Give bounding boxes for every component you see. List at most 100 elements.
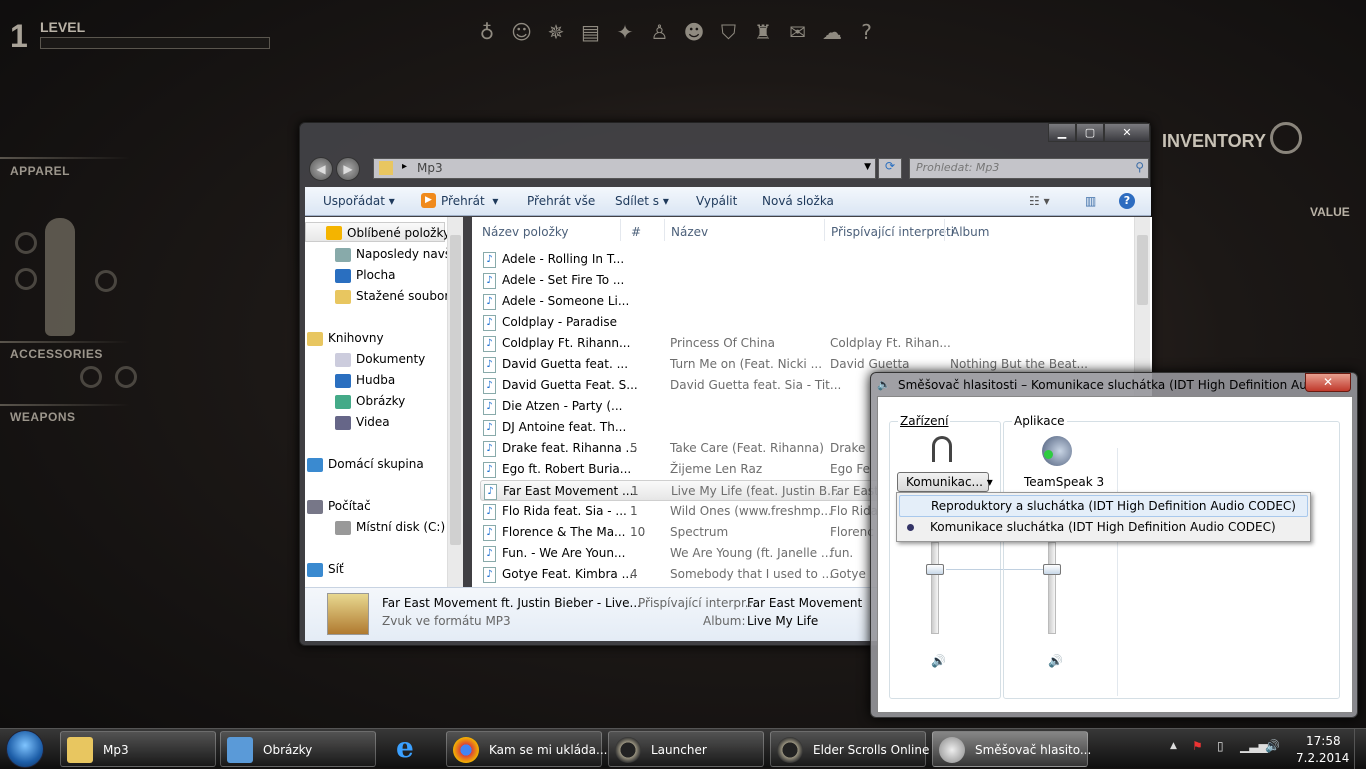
organize-button[interactable]: Uspořádat ▾ (323, 194, 395, 208)
power-icon[interactable]: ▯ (1217, 739, 1224, 753)
start-button[interactable] (6, 730, 44, 768)
group-icon[interactable]: ☻ (682, 20, 706, 46)
chat-icon[interactable]: ☁ (820, 20, 844, 46)
file-row[interactable]: ♪ Coldplay Ft. Rihann... Princess Of China… (480, 333, 1140, 354)
homegroup-icon (307, 458, 323, 472)
column-header-album[interactable]: Album (951, 225, 989, 239)
file-row[interactable]: ♪ Adele - Someone Li... (480, 291, 1140, 312)
device-select[interactable]: Komunikac... ▾ (897, 472, 993, 492)
champion-icon[interactable]: ♙ (648, 20, 672, 46)
column-header-name[interactable]: Název položky (482, 225, 568, 239)
app-mute-button[interactable]: 🔊 (1048, 654, 1063, 668)
help-icon[interactable]: ? (855, 20, 879, 46)
audio-file-icon: ♪ (483, 273, 496, 289)
ring-slot[interactable] (115, 366, 137, 388)
cell-name: Coldplay - Paradise (502, 315, 617, 329)
address-dropdown-icon[interactable]: ▼ (864, 162, 871, 172)
documents-icon (335, 353, 351, 367)
apparel-label: APPAREL (10, 164, 70, 178)
column-header-track[interactable]: # (631, 225, 641, 239)
ring-slot[interactable] (80, 366, 102, 388)
radio-selected-icon (907, 524, 914, 531)
character-icon[interactable]: ☺ (510, 20, 534, 46)
search-input[interactable]: Prohledat: Mp3 ⚲ (909, 158, 1149, 179)
new-folder-button[interactable]: Nová složka (762, 194, 834, 208)
column-header-artists[interactable]: Přispívající interpreti (831, 225, 954, 239)
alliance-war-icon[interactable]: ♜ (751, 20, 775, 46)
column-header-title[interactable]: Název (671, 225, 708, 239)
taskbar-item[interactable]: Kam se mi ukláda... (446, 731, 607, 767)
device-volume-track[interactable] (931, 542, 939, 634)
address-bar[interactable]: ▸ Mp3 ▼ (373, 158, 876, 179)
preview-pane-icon[interactable]: ▥ (1085, 194, 1096, 208)
bag-icon[interactable]: ♁ (475, 20, 499, 46)
clock-date[interactable]: 7.2.2014 (1296, 751, 1349, 765)
mail-icon[interactable]: ✉ (786, 20, 810, 46)
show-desktop-button[interactable] (1354, 729, 1366, 769)
cell-title: Princess Of China (670, 336, 775, 350)
device-mute-button[interactable]: 🔊 (931, 654, 946, 668)
app-name: TeamSpeak 3 (1024, 475, 1105, 489)
nav-item-label: Domácí skupina (328, 457, 424, 471)
clock-time[interactable]: 17:58 (1306, 734, 1341, 748)
close-button[interactable]: ✕ (1104, 123, 1150, 142)
album-art-thumbnail (327, 593, 369, 635)
search-icon[interactable]: ⚲ (1135, 160, 1144, 174)
inventory-emblem-icon (1270, 122, 1302, 154)
play-icon: ▶ (421, 193, 436, 208)
minimize-button[interactable]: ▁ (1048, 123, 1076, 142)
tray-expand-icon[interactable]: ▲ (1170, 741, 1177, 751)
device-volume-slider[interactable] (926, 564, 944, 575)
compass-icon[interactable]: ✵ (544, 20, 568, 46)
hands-slot[interactable] (15, 268, 37, 290)
burn-button[interactable]: Vypálit (696, 194, 737, 208)
belt-slot[interactable] (95, 270, 117, 292)
nav-scrollbar[interactable] (447, 217, 463, 587)
menu-item-speakers[interactable]: Reproduktory a sluchátka (IDT High Defin… (899, 495, 1308, 517)
taskbar-item[interactable]: Směšovač hlasito... (932, 731, 1091, 767)
volume-tray-icon[interactable]: 🔊 (1265, 739, 1280, 753)
forward-button[interactable]: ▶ (336, 157, 360, 181)
maximize-button[interactable]: ▢ (1076, 123, 1104, 142)
volume-mixer-window: 🔈 Směšovač hlasitosti – Komunikace sluch… (870, 372, 1358, 718)
star-icon (326, 226, 342, 240)
app-volume-track[interactable] (1048, 542, 1056, 634)
ie-pinned-icon[interactable]: e (396, 733, 426, 763)
file-row[interactable]: ♪ Adele - Rolling In T... (480, 249, 1140, 270)
taskbar-item[interactable]: Obrázky (220, 731, 376, 767)
share-button[interactable]: Sdílet s ▾ (615, 194, 669, 208)
nav-item-label: Obrázky (356, 394, 406, 408)
play-button[interactable]: Přehrát ▾ (441, 194, 498, 208)
taskbar: e Mp3 Obrázky Kam se mi ukláda... Launcher E… (0, 728, 1366, 769)
play-all-button[interactable]: Přehrát vše (527, 194, 595, 208)
refresh-button[interactable]: ⟳ (878, 158, 902, 179)
action-center-icon[interactable]: ⚑ (1192, 739, 1203, 753)
cell-name: Ego ft. Robert Buria... (502, 462, 632, 476)
network-signal-icon[interactable]: ▁▃▅ (1240, 739, 1268, 753)
cell-name: DJ Antoine feat. Th... (502, 420, 627, 434)
nav-item-label: Místní disk (C:) (356, 520, 446, 534)
guild-icon[interactable]: ⛉ (717, 20, 741, 46)
back-button[interactable]: ◀ (309, 157, 333, 181)
taskbar-item[interactable]: Launcher (608, 731, 764, 767)
menu-item-headset[interactable]: Komunikace sluchátka (IDT High Definitio… (899, 517, 1308, 539)
file-row[interactable]: ♪ Coldplay - Paradise (480, 312, 1140, 333)
taskbar-item[interactable]: Elder Scrolls Online (770, 731, 929, 767)
cell-name: Coldplay Ft. Rihann... (502, 336, 631, 350)
nav-item[interactable]: Oblíbené položky (305, 222, 450, 242)
nav-item-label: Videa (356, 415, 390, 429)
skills-icon[interactable]: ✦ (613, 20, 637, 46)
headphones-icon (932, 436, 952, 462)
file-row[interactable]: ♪ Adele - Set Fire To ... (480, 270, 1140, 291)
chest-slot[interactable] (15, 232, 37, 254)
nav-item-label: Hudba (356, 373, 396, 387)
level-number: 1 (10, 18, 28, 54)
view-options-icon[interactable]: ☷ ▾ (1029, 194, 1050, 208)
journal-icon[interactable]: ▤ (579, 20, 603, 46)
inventory-label: INVENTORY (1162, 131, 1267, 151)
taskbar-item[interactable]: Mp3 (60, 731, 216, 767)
close-button[interactable]: ✕ (1305, 373, 1351, 392)
app-volume-slider[interactable] (1043, 564, 1061, 575)
cell-title: Spectrum (670, 525, 729, 539)
help-icon[interactable]: ? (1119, 193, 1135, 209)
